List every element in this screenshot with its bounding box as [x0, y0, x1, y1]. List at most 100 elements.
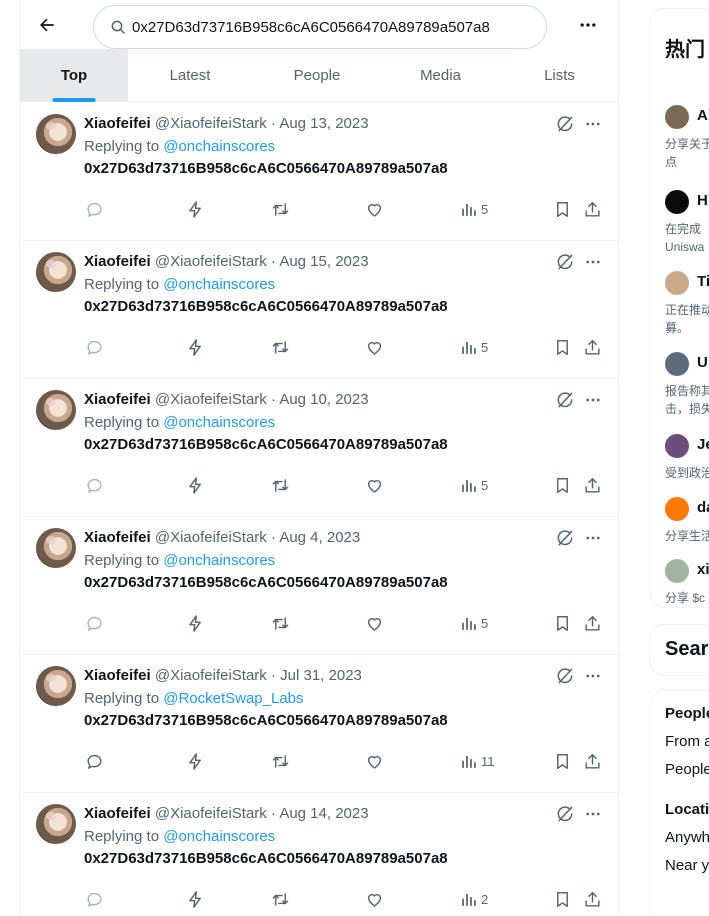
author-name[interactable]: Xiaofeifei — [84, 115, 151, 132]
more-icon[interactable] — [583, 528, 603, 548]
author-handle[interactable]: @XiaofeifeiStark — [155, 667, 267, 684]
author-handle[interactable]: @XiaofeifeiStark — [155, 115, 267, 132]
avatar[interactable] — [36, 114, 76, 154]
grok-icon[interactable] — [555, 390, 575, 410]
retweet-button[interactable] — [271, 337, 290, 357]
tweet[interactable]: Xiaofeifei @XiaofeifeiStark · Aug 15, 20… — [20, 241, 620, 379]
bookmark-button[interactable] — [553, 751, 572, 771]
bookmark-button[interactable] — [553, 889, 572, 909]
author-handle[interactable]: @XiaofeifeiStark — [155, 253, 267, 270]
tweet-date[interactable]: Aug 13, 2023 — [279, 115, 368, 132]
location-option-anywhere[interactable]: Anywh — [665, 829, 709, 846]
more-icon[interactable] — [583, 666, 603, 686]
reply-button[interactable] — [85, 751, 104, 771]
back-button[interactable] — [32, 10, 62, 40]
grok-icon[interactable] — [555, 528, 575, 548]
tweet[interactable]: Xiaofeifei @XiaofeifeiStark · Aug 13, 20… — [20, 103, 620, 241]
tweet[interactable]: Xiaofeifei @XiaofeifeiStark · Jul 31, 20… — [20, 655, 620, 793]
avatar[interactable] — [36, 666, 76, 706]
views-button[interactable]: 5 — [459, 337, 488, 357]
boost-button[interactable] — [186, 889, 205, 909]
views-button[interactable]: 11 — [459, 751, 495, 771]
tab-people[interactable]: People — [252, 49, 382, 102]
views-button[interactable]: 2 — [459, 889, 488, 909]
reply-button[interactable] — [85, 889, 104, 909]
more-icon[interactable] — [583, 114, 603, 134]
reply-button[interactable] — [85, 613, 104, 633]
author-name[interactable]: Xiaofeifei — [84, 805, 151, 822]
bookmark-button[interactable] — [553, 199, 572, 219]
tab-latest[interactable]: Latest — [128, 49, 252, 102]
tweet-date[interactable]: Aug 10, 2023 — [279, 391, 368, 408]
more-options-button[interactable] — [573, 10, 603, 40]
share-button[interactable] — [583, 889, 602, 909]
mention-link[interactable]: @onchainscores — [163, 138, 275, 155]
tweet-date[interactable]: Jul 31, 2023 — [280, 667, 362, 684]
share-button[interactable] — [583, 337, 602, 357]
bookmark-button[interactable] — [553, 337, 572, 357]
mention-link[interactable]: @onchainscores — [163, 828, 275, 845]
retweet-button[interactable] — [271, 199, 290, 219]
views-button[interactable]: 5 — [459, 475, 488, 495]
grok-icon[interactable] — [555, 666, 575, 686]
retweet-button[interactable] — [271, 613, 290, 633]
grok-icon[interactable] — [555, 804, 575, 824]
tab-top[interactable]: Top — [20, 49, 128, 102]
more-icon[interactable] — [583, 252, 603, 272]
boost-button[interactable] — [186, 613, 205, 633]
author-name[interactable]: Xiaofeifei — [84, 667, 151, 684]
share-button[interactable] — [583, 199, 602, 219]
share-button[interactable] — [583, 751, 602, 771]
author-name[interactable]: Xiaofeifei — [84, 391, 151, 408]
like-button[interactable] — [365, 889, 384, 909]
retweet-button[interactable] — [271, 751, 290, 771]
views-button[interactable]: 5 — [459, 613, 488, 633]
like-button[interactable] — [365, 475, 384, 495]
retweet-button[interactable] — [271, 889, 290, 909]
retweet-button[interactable] — [271, 475, 290, 495]
bookmark-button[interactable] — [553, 613, 572, 633]
author-name[interactable]: Xiaofeifei — [84, 253, 151, 270]
share-button[interactable] — [583, 613, 602, 633]
search-box[interactable] — [93, 5, 547, 49]
boost-button[interactable] — [186, 751, 205, 771]
avatar[interactable] — [36, 528, 76, 568]
tab-media[interactable]: Media — [382, 49, 499, 102]
location-option-near-you[interactable]: Near y — [665, 857, 709, 874]
avatar[interactable] — [36, 252, 76, 292]
grok-icon[interactable] — [555, 114, 575, 134]
author-handle[interactable]: @XiaofeifeiStark — [155, 391, 267, 408]
like-button[interactable] — [365, 613, 384, 633]
mention-link[interactable]: @RocketSwap_Labs — [163, 690, 303, 707]
share-button[interactable] — [583, 475, 602, 495]
grok-icon[interactable] — [555, 252, 575, 272]
tweet-date[interactable]: Aug 4, 2023 — [279, 529, 360, 546]
reply-button[interactable] — [85, 475, 104, 495]
like-button[interactable] — [365, 751, 384, 771]
avatar[interactable] — [36, 390, 76, 430]
tweet[interactable]: Xiaofeifei @XiaofeifeiStark · Aug 4, 202… — [20, 517, 620, 655]
boost-button[interactable] — [186, 337, 205, 357]
more-icon[interactable] — [583, 804, 603, 824]
tweet[interactable]: Xiaofeifei @XiaofeifeiStark · Aug 14, 20… — [20, 793, 620, 916]
bookmark-button[interactable] — [553, 475, 572, 495]
avatar[interactable] — [36, 804, 76, 844]
author-name[interactable]: Xiaofeifei — [84, 529, 151, 546]
people-option-you-follow[interactable]: People — [665, 761, 709, 778]
tweet-date[interactable]: Aug 15, 2023 — [279, 253, 368, 270]
mention-link[interactable]: @onchainscores — [163, 552, 275, 569]
tweet-date[interactable]: Aug 14, 2023 — [279, 805, 368, 822]
mention-link[interactable]: @onchainscores — [163, 276, 275, 293]
more-icon[interactable] — [583, 390, 603, 410]
reply-button[interactable] — [85, 199, 104, 219]
views-button[interactable]: 5 — [459, 199, 488, 219]
boost-button[interactable] — [186, 199, 205, 219]
like-button[interactable] — [365, 337, 384, 357]
search-input[interactable] — [132, 18, 532, 36]
tweet[interactable]: Xiaofeifei @XiaofeifeiStark · Aug 10, 20… — [20, 379, 620, 517]
author-handle[interactable]: @XiaofeifeiStark — [155, 529, 267, 546]
tab-lists[interactable]: Lists — [499, 49, 620, 102]
people-option-from-anyone[interactable]: From a — [665, 733, 709, 750]
reply-button[interactable] — [85, 337, 104, 357]
author-handle[interactable]: @XiaofeifeiStark — [155, 805, 267, 822]
